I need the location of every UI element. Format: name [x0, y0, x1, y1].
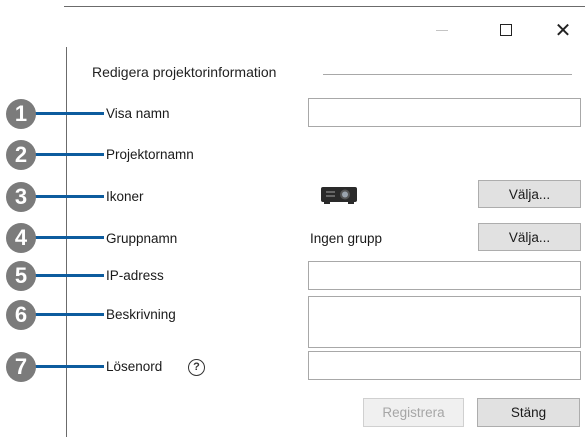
- callout-6: 6: [6, 300, 106, 330]
- callout-number: 3: [6, 182, 36, 212]
- callout-2: 2: [6, 140, 106, 170]
- callout-4: 4: [6, 223, 106, 253]
- callout-line: [34, 153, 104, 156]
- description-input[interactable]: [308, 296, 581, 348]
- close-window-button[interactable]: ✕: [545, 16, 581, 44]
- callout-number: 1: [6, 99, 36, 129]
- callout-number: 2: [6, 140, 36, 170]
- projector-icon: [321, 187, 357, 204]
- window-top-border: [64, 6, 585, 7]
- section-title: Redigera projektorinformation: [92, 64, 277, 80]
- minimize-button[interactable]: [424, 16, 460, 44]
- callout-7: 7: [6, 352, 106, 382]
- callout-line: [34, 236, 104, 239]
- callout-3: 3: [6, 182, 106, 212]
- icons-label: Ikoner: [106, 189, 144, 204]
- register-button[interactable]: Registrera: [363, 398, 464, 427]
- help-icon[interactable]: ?: [188, 359, 205, 376]
- callout-number: 5: [6, 261, 36, 291]
- maximize-button[interactable]: [488, 16, 524, 44]
- callout-number: 6: [6, 300, 36, 330]
- choose-group-button[interactable]: Välja...: [478, 223, 581, 251]
- callout-1: 1: [6, 99, 106, 129]
- display-name-label: Visa namn: [106, 106, 170, 121]
- minimize-icon: [436, 29, 448, 31]
- maximize-icon: [500, 24, 512, 36]
- group-name-label: Gruppnamn: [106, 231, 178, 246]
- callout-5: 5: [6, 261, 106, 291]
- section-divider: [323, 74, 572, 75]
- ip-address-label: IP-adress: [106, 268, 164, 283]
- callout-line: [34, 195, 104, 198]
- callout-number: 7: [6, 352, 36, 382]
- projector-name-label: Projektornamn: [106, 147, 194, 162]
- description-label: Beskrivning: [106, 307, 176, 322]
- choose-icon-button[interactable]: Välja...: [478, 180, 581, 208]
- callout-number: 4: [6, 223, 36, 253]
- close-icon: ✕: [554, 19, 572, 42]
- password-label: Lösenord: [106, 359, 163, 374]
- callout-line: [34, 313, 104, 316]
- display-name-input[interactable]: [308, 98, 581, 127]
- callout-line: [34, 365, 104, 368]
- ip-address-input[interactable]: [308, 261, 581, 290]
- password-input[interactable]: [308, 351, 581, 380]
- callout-line: [34, 274, 104, 277]
- group-name-value: Ingen grupp: [310, 231, 383, 246]
- close-button[interactable]: Stäng: [477, 398, 580, 427]
- callout-line: [34, 112, 104, 115]
